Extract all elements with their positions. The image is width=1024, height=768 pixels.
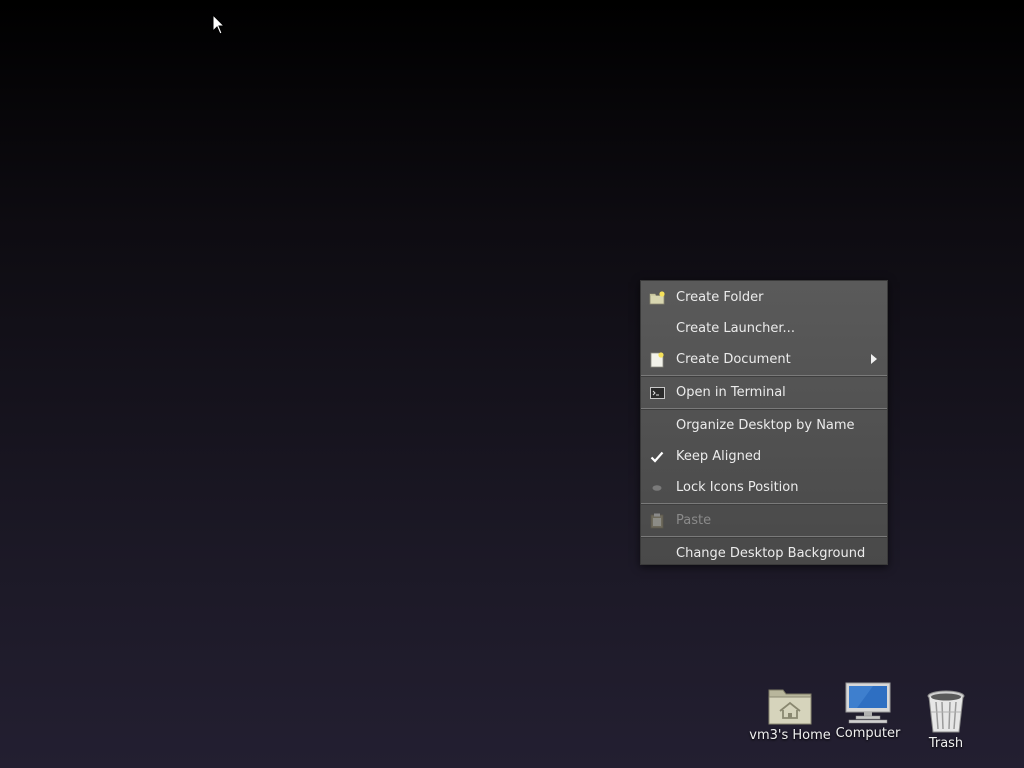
menu-item-label: Create Launcher... xyxy=(676,321,795,336)
menu-item-create-launcher[interactable]: Create Launcher... xyxy=(641,313,887,344)
desktop-icon-label: Computer xyxy=(835,726,901,741)
terminal-icon xyxy=(648,384,666,402)
menu-item-lock-icons-position[interactable]: Lock Icons Position xyxy=(641,472,887,503)
menu-item-label: Create Folder xyxy=(676,290,764,305)
computer-icon xyxy=(845,682,891,724)
document-new-icon xyxy=(648,351,666,369)
menu-item-label: Keep Aligned xyxy=(676,449,762,464)
checkmark-icon xyxy=(648,448,666,466)
menu-item-organize-desktop[interactable]: Organize Desktop by Name xyxy=(641,410,887,441)
desktop[interactable]: Create Folder Create Launcher... Create … xyxy=(0,0,1024,768)
menu-item-paste[interactable]: Paste xyxy=(641,505,887,536)
menu-item-create-document[interactable]: Create Document xyxy=(641,344,887,375)
menu-item-change-desktop-background[interactable]: Change Desktop Background xyxy=(641,538,887,569)
desktop-icon-label: vm3's Home xyxy=(749,728,831,743)
menu-item-keep-aligned[interactable]: Keep Aligned xyxy=(641,441,887,472)
menu-item-label: Lock Icons Position xyxy=(676,480,799,495)
desktop-icon-label: Trash xyxy=(928,736,964,751)
submenu-arrow-icon xyxy=(871,354,877,364)
mouse-cursor-icon xyxy=(212,14,226,35)
desktop-context-menu: Create Folder Create Launcher... Create … xyxy=(640,280,888,565)
desktop-icon-computer[interactable]: Computer xyxy=(834,682,902,741)
menu-item-label: Paste xyxy=(676,513,712,528)
unchecked-radio-icon xyxy=(648,479,666,497)
menu-item-label: Organize Desktop by Name xyxy=(676,418,855,433)
desktop-icon-trash[interactable]: Trash xyxy=(918,690,974,751)
desktop-icon-home[interactable]: vm3's Home xyxy=(748,684,832,743)
home-folder-icon xyxy=(768,689,812,725)
menu-item-label: Open in Terminal xyxy=(676,385,786,400)
menu-item-label: Create Document xyxy=(676,352,791,367)
menu-item-label: Change Desktop Background xyxy=(676,546,866,561)
paste-icon xyxy=(648,512,666,530)
trash-icon xyxy=(927,690,965,733)
menu-item-open-in-terminal[interactable]: Open in Terminal xyxy=(641,377,887,408)
folder-new-icon xyxy=(648,289,666,307)
menu-item-create-folder[interactable]: Create Folder xyxy=(641,282,887,313)
